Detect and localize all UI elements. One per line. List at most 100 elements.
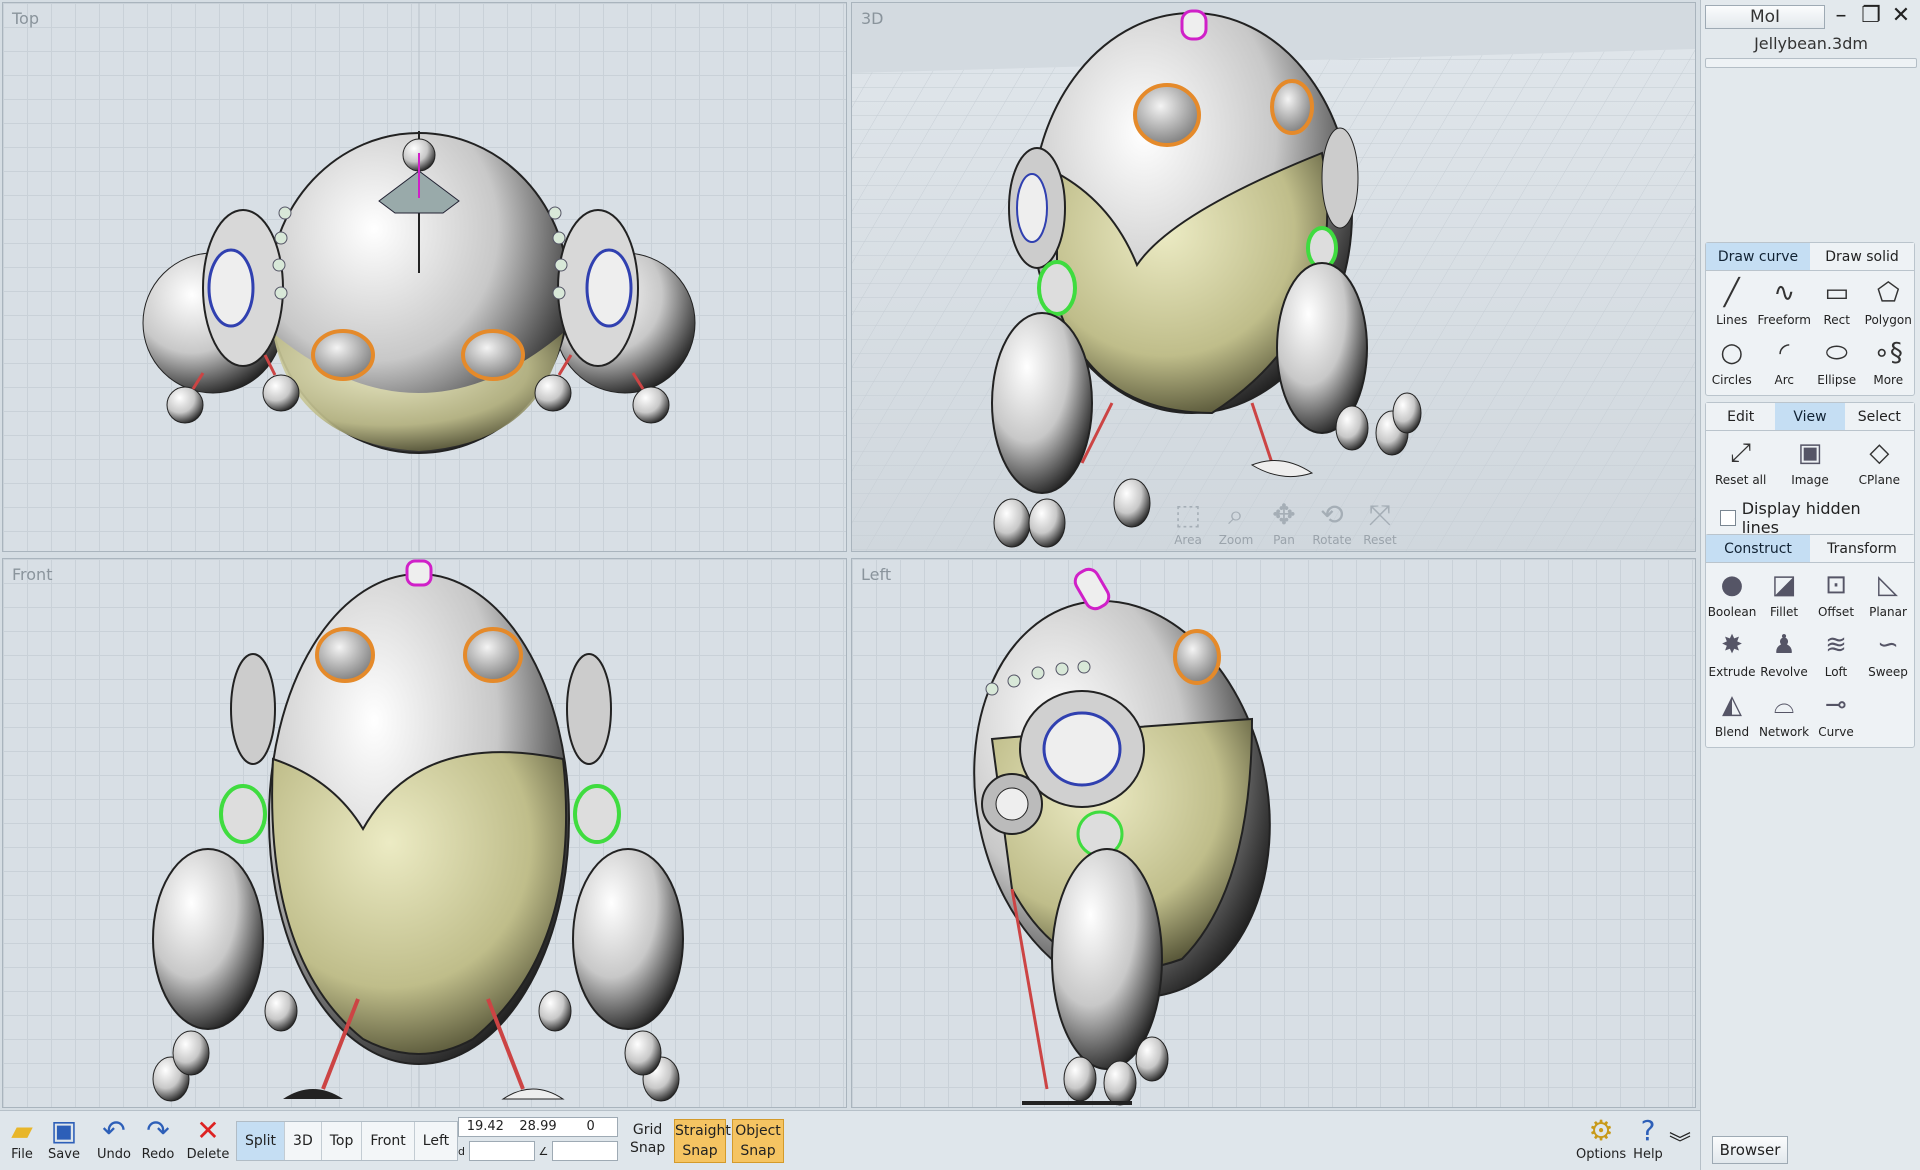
- tool-polygon[interactable]: ⬠ Polygon: [1862, 273, 1914, 333]
- robot-3d-view: [852, 9, 1695, 551]
- tool-network[interactable]: ⌓ Network: [1758, 685, 1810, 745]
- coord-x: 19.42: [466, 1119, 504, 1134]
- save-button[interactable]: ▣ Save: [42, 1114, 86, 1163]
- tool-ellipse[interactable]: ⬭ Ellipse: [1811, 333, 1863, 393]
- tool-lines[interactable]: ╱ Lines: [1706, 273, 1758, 333]
- ellipse-icon: ⬭: [1825, 338, 1848, 368]
- folder-icon: ▰: [11, 1114, 33, 1147]
- polygon-icon: ⬠: [1876, 278, 1900, 308]
- tool-rect[interactable]: ▭ Rect: [1811, 273, 1863, 333]
- title-row: MoI – ❐ ✕: [1705, 4, 1917, 30]
- tool-boolean[interactable]: ● Boolean: [1706, 565, 1758, 625]
- redo-icon: ↷: [146, 1114, 170, 1147]
- line-icon: ╱: [1723, 278, 1740, 308]
- coord-z: 0: [586, 1119, 595, 1134]
- file-name: Jellybean.3dm: [1754, 34, 1868, 53]
- pan-icon: ✥: [1272, 498, 1296, 531]
- tool-circles[interactable]: ○ Circles: [1706, 333, 1758, 393]
- boolean-icon: ●: [1720, 570, 1744, 600]
- delete-button[interactable]: ✕ Delete: [186, 1115, 230, 1163]
- tool-sweep[interactable]: ∽ Sweep: [1862, 625, 1914, 685]
- viewport-left[interactable]: Left: [851, 558, 1696, 1108]
- more-icon: ∘§: [1873, 338, 1903, 368]
- edit-view-select-tabs: Edit View Select: [1706, 403, 1914, 431]
- tab-view-top[interactable]: Top: [322, 1122, 363, 1160]
- cplane-icon: ◇: [1869, 438, 1890, 468]
- revolve-icon: ♟: [1772, 630, 1796, 660]
- undo-button[interactable]: ↶ Undo: [92, 1114, 136, 1163]
- tool-reset-all[interactable]: ⤢ Reset all: [1706, 433, 1775, 493]
- planar-icon: ◺: [1878, 570, 1898, 600]
- tool-loft[interactable]: ≋ Loft: [1810, 625, 1862, 685]
- arc-icon: ◜: [1779, 338, 1790, 368]
- browser-button[interactable]: Browser: [1712, 1136, 1788, 1164]
- extrude-icon: ✸: [1721, 630, 1743, 660]
- tab-construct[interactable]: Construct: [1706, 535, 1810, 562]
- viewport-top[interactable]: Top: [2, 2, 847, 552]
- distance-angle-row: d ∠: [458, 1141, 618, 1161]
- view-tool-grid: ⤢ Reset all ▣ Image ◇ CPlane: [1706, 431, 1914, 495]
- maximize-icon[interactable]: ❐: [1857, 5, 1885, 29]
- tool-curve[interactable]: ⊸ Curve: [1810, 685, 1862, 745]
- viewport-3d[interactable]: 3D ⬚ Area ⌕ Zoom ✥ Pan ⟲ Rotate ⤧ Reset: [851, 2, 1696, 552]
- tool-image[interactable]: ▣ Image: [1775, 433, 1844, 493]
- tab-view-left[interactable]: Left: [415, 1122, 457, 1160]
- tab-transform[interactable]: Transform: [1810, 535, 1914, 562]
- tool-more[interactable]: ∘§ More: [1862, 333, 1914, 393]
- save-icon: ▣: [50, 1114, 78, 1147]
- nav-zoom[interactable]: ⌕ Zoom: [1216, 497, 1256, 547]
- tab-select[interactable]: Select: [1844, 403, 1914, 430]
- tab-edit[interactable]: Edit: [1706, 403, 1776, 430]
- straight-snap-toggle[interactable]: Straight Snap: [674, 1119, 731, 1163]
- options-gear-icon: ⚙: [1588, 1114, 1614, 1147]
- tab-view-split[interactable]: Split: [237, 1122, 286, 1160]
- nav-reset[interactable]: ⤧ Reset: [1360, 497, 1400, 547]
- tool-freeform[interactable]: ∿ Freeform: [1758, 273, 1811, 333]
- sweep-icon: ∽: [1877, 630, 1899, 660]
- nav-pan[interactable]: ✥ Pan: [1264, 497, 1304, 547]
- tab-view[interactable]: View: [1775, 403, 1845, 430]
- tool-offset[interactable]: ⊡ Offset: [1810, 565, 1862, 625]
- tab-view-3d[interactable]: 3D: [285, 1122, 322, 1160]
- angle-label: ∠: [538, 1144, 549, 1158]
- circle-icon: ○: [1720, 338, 1744, 368]
- tab-view-front[interactable]: Front: [362, 1122, 415, 1160]
- tool-arc[interactable]: ◜ Arc: [1758, 333, 1811, 393]
- minimize-icon[interactable]: –: [1827, 5, 1855, 29]
- curve-icon: ⊸: [1825, 690, 1847, 720]
- robot-top-view: [142, 3, 696, 551]
- network-icon: ⌓: [1773, 690, 1795, 720]
- tab-draw-curve[interactable]: Draw curve: [1706, 243, 1810, 270]
- reset-icon: ⤧: [1368, 498, 1392, 531]
- options-button[interactable]: ⚙ Options: [1576, 1114, 1626, 1163]
- rectangle-icon: ▭: [1824, 278, 1850, 308]
- close-icon[interactable]: ✕: [1887, 5, 1915, 29]
- nav-rotate[interactable]: ⟲ Rotate: [1312, 497, 1352, 547]
- bottom-toolbar: ▰ File ▣ Save ↶ Undo ↷ Redo ✕ Delete Split 3D…: [0, 1110, 1700, 1170]
- viewport-front[interactable]: Front: [2, 558, 847, 1108]
- tool-planar[interactable]: ◺ Planar: [1862, 565, 1914, 625]
- undo-icon: ↶: [102, 1114, 126, 1147]
- tool-cplane[interactable]: ◇ CPlane: [1845, 433, 1914, 493]
- redo-button[interactable]: ↷ Redo: [136, 1114, 180, 1163]
- tab-draw-solid[interactable]: Draw solid: [1810, 243, 1914, 270]
- display-hidden-lines-checkbox[interactable]: [1720, 510, 1736, 526]
- file-button[interactable]: ▰ File: [0, 1114, 44, 1163]
- properties-bar[interactable]: [1705, 58, 1917, 68]
- object-snap-toggle[interactable]: Object Snap: [732, 1119, 784, 1163]
- tool-blend[interactable]: ◭ Blend: [1706, 685, 1758, 745]
- app-menu-button[interactable]: MoI: [1705, 5, 1825, 29]
- image-icon: ▣: [1797, 438, 1823, 468]
- angle-field[interactable]: [552, 1141, 618, 1161]
- tool-extrude[interactable]: ✸ Extrude: [1706, 625, 1758, 685]
- tool-revolve[interactable]: ♟ Revolve: [1758, 625, 1810, 685]
- tool-fillet[interactable]: ◪ Fillet: [1758, 565, 1810, 625]
- expand-chevron[interactable]: ︾: [1664, 1129, 1696, 1161]
- view-group: Edit View Select ⤢ Reset all ▣ Image ◇ CPla…: [1705, 402, 1915, 546]
- nav-area[interactable]: ⬚ Area: [1168, 497, 1208, 547]
- grid-snap-toggle[interactable]: Grid Snap: [630, 1121, 665, 1157]
- chevron-down-icon: ︾: [1668, 1132, 1691, 1157]
- coordinate-readout[interactable]: 19.42 28.99 0: [458, 1117, 618, 1137]
- distance-field[interactable]: [468, 1141, 535, 1161]
- area-zoom-icon: ⬚: [1174, 498, 1202, 531]
